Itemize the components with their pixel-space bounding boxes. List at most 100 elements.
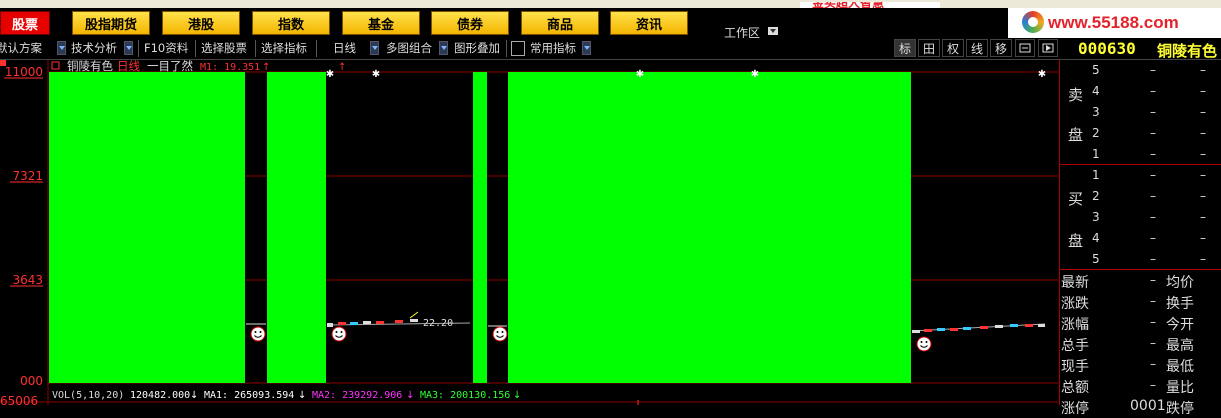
toolbar-separator bbox=[195, 40, 196, 57]
vol-ma1: MA1: 265093.594 bbox=[204, 390, 294, 401]
nav-fund[interactable]: 基金 bbox=[342, 11, 420, 35]
tech-dropdown-icon[interactable] bbox=[124, 41, 133, 55]
buy-level: 1 bbox=[1092, 168, 1100, 182]
quote-avg-label: 均价 bbox=[1166, 275, 1194, 291]
nav-index-futures[interactable]: 股指期货 bbox=[72, 11, 150, 35]
multi-dropdown-icon[interactable] bbox=[439, 41, 448, 55]
vol-ma3: MA3: 200130.156 bbox=[420, 390, 510, 401]
candle bbox=[1038, 324, 1045, 327]
f10-button[interactable]: F10资料 bbox=[144, 40, 188, 57]
smiley-icon bbox=[916, 336, 932, 352]
quote-total-vol-value: – bbox=[1150, 336, 1156, 350]
stock-header: 000630 铜陵有色 bbox=[1062, 38, 1221, 60]
y-label-2: 7321 bbox=[12, 169, 43, 183]
sell-side-label-1: 卖 bbox=[1068, 86, 1084, 104]
nav-hk-stock[interactable]: 港股 bbox=[162, 11, 240, 35]
star-marker-icon: ✱ bbox=[636, 69, 644, 80]
tb-mark-button[interactable]: 标 bbox=[894, 39, 916, 57]
scheme-dropdown-icon[interactable] bbox=[57, 41, 66, 55]
window-restore-icon[interactable] bbox=[1015, 39, 1035, 57]
star-marker-icon: ✱ bbox=[372, 69, 380, 80]
sell-price: – bbox=[1150, 126, 1156, 140]
period-dropdown-icon[interactable] bbox=[370, 41, 379, 55]
down-arrow-icon: ↓ bbox=[406, 390, 414, 401]
buy-level: 3 bbox=[1092, 210, 1100, 224]
candle bbox=[963, 327, 971, 330]
chart-svg[interactable]: 铜陵有色 日线 一目了然 M1: 19.351 ↑ ↑ 11000 7321 3… bbox=[0, 59, 1058, 408]
candle bbox=[350, 322, 358, 325]
toolbar-separator bbox=[255, 40, 256, 57]
candle bbox=[1025, 324, 1033, 327]
candle bbox=[950, 328, 958, 331]
vol-label: VOL(5,10,20) bbox=[52, 390, 124, 401]
sell-volume: – bbox=[1200, 105, 1206, 119]
overlay-button[interactable]: 图形叠加 bbox=[454, 40, 500, 57]
sell-level: 4 bbox=[1092, 84, 1100, 98]
quote-limit-up-label: 涨停 bbox=[1061, 401, 1089, 417]
quote-limit-up-value: 0001 bbox=[1130, 398, 1166, 414]
star-marker-icon: ✱ bbox=[326, 69, 334, 80]
smiley-icon bbox=[331, 326, 347, 342]
nav-news[interactable]: 资讯 bbox=[610, 11, 688, 35]
kline-chart[interactable]: 铜陵有色 日线 一目了然 M1: 19.351 ↑ ↑ 11000 7321 3… bbox=[0, 59, 1058, 408]
tech-analysis-button[interactable]: 技术分析 bbox=[71, 40, 117, 57]
buy-volume: – bbox=[1200, 210, 1206, 224]
tb-rights-button[interactable]: 权 bbox=[942, 39, 964, 57]
candle bbox=[995, 325, 1003, 328]
logo-area[interactable]: www.55188.com bbox=[1008, 8, 1221, 38]
quote-change-label: 涨跌 bbox=[1061, 296, 1089, 312]
star-marker-icon: ✱ bbox=[751, 69, 759, 80]
nav-commodity[interactable]: 商品 bbox=[521, 11, 599, 35]
y-label-3: 3643 bbox=[12, 273, 43, 287]
vol-axis-label: 65006 bbox=[0, 394, 38, 405]
scheme-button[interactable]: 默认方案 bbox=[0, 40, 42, 57]
quote-total-vol-label: 总手 bbox=[1061, 338, 1089, 354]
select-stock-button[interactable]: 选择股票 bbox=[201, 40, 247, 57]
candle bbox=[980, 326, 988, 329]
quote-vol-ratio-label: 量比 bbox=[1166, 380, 1194, 396]
lock-icon[interactable] bbox=[511, 41, 525, 56]
tb-grid-button[interactable]: 田 bbox=[918, 39, 940, 57]
buy-price: – bbox=[1150, 168, 1156, 182]
buy-level: 5 bbox=[1092, 252, 1100, 266]
volume-bar bbox=[508, 72, 911, 383]
sell-price: – bbox=[1150, 105, 1156, 119]
nav-index[interactable]: 指数 bbox=[252, 11, 330, 35]
candle bbox=[924, 329, 932, 332]
workzone-dropdown-icon[interactable] bbox=[768, 27, 778, 35]
select-indicator-button[interactable]: 选择指标 bbox=[261, 40, 307, 57]
vol-ma2: MA2: 239292.906 bbox=[312, 390, 402, 401]
vol-value: 120482.000 bbox=[130, 390, 190, 401]
candle bbox=[338, 322, 346, 325]
chart-close-icon[interactable] bbox=[51, 61, 60, 70]
toolbar-separator bbox=[138, 40, 139, 57]
quote-panel: 卖 盘 5 4 3 2 1 – – – – – – – – – – 买 盘 1 … bbox=[1059, 60, 1221, 417]
common-dropdown-icon[interactable] bbox=[582, 41, 591, 55]
buy-price: – bbox=[1150, 210, 1156, 224]
play-icon[interactable] bbox=[1038, 39, 1058, 57]
candle bbox=[410, 319, 418, 322]
common-indicator-button[interactable]: 常用指标 bbox=[530, 40, 576, 57]
quote-high-label: 最高 bbox=[1166, 338, 1194, 354]
quote-change-value: – bbox=[1150, 294, 1156, 308]
nav-stock[interactable]: 股票 bbox=[0, 11, 50, 35]
toolbar-separator bbox=[506, 40, 507, 57]
chart-toolbar: 默认方案 技术分析 F10资料 选择股票 选择指标 日线 多图组合 图形叠加 常… bbox=[0, 38, 1221, 60]
quote-amount-value: – bbox=[1150, 378, 1156, 392]
sell-level: 3 bbox=[1092, 105, 1100, 119]
period-button[interactable]: 日线 bbox=[333, 40, 356, 57]
tb-line-button[interactable]: 线 bbox=[966, 39, 988, 57]
volume-bar bbox=[473, 72, 487, 383]
quote-pct-label: 涨幅 bbox=[1061, 317, 1089, 333]
star-marker-icon: ✱ bbox=[1038, 69, 1046, 80]
buy-side-label-2: 盘 bbox=[1068, 232, 1084, 250]
sell-side-label-2: 盘 bbox=[1068, 126, 1084, 144]
bars-group bbox=[49, 72, 911, 383]
quote-pct-value: – bbox=[1150, 315, 1156, 329]
nav-bond[interactable]: 债券 bbox=[431, 11, 509, 35]
tb-move-button[interactable]: 移 bbox=[990, 39, 1012, 57]
quote-open-label: 今开 bbox=[1166, 317, 1194, 333]
candle bbox=[376, 321, 384, 324]
multi-chart-button[interactable]: 多图组合 bbox=[386, 40, 432, 57]
sell-level: 1 bbox=[1092, 147, 1100, 161]
